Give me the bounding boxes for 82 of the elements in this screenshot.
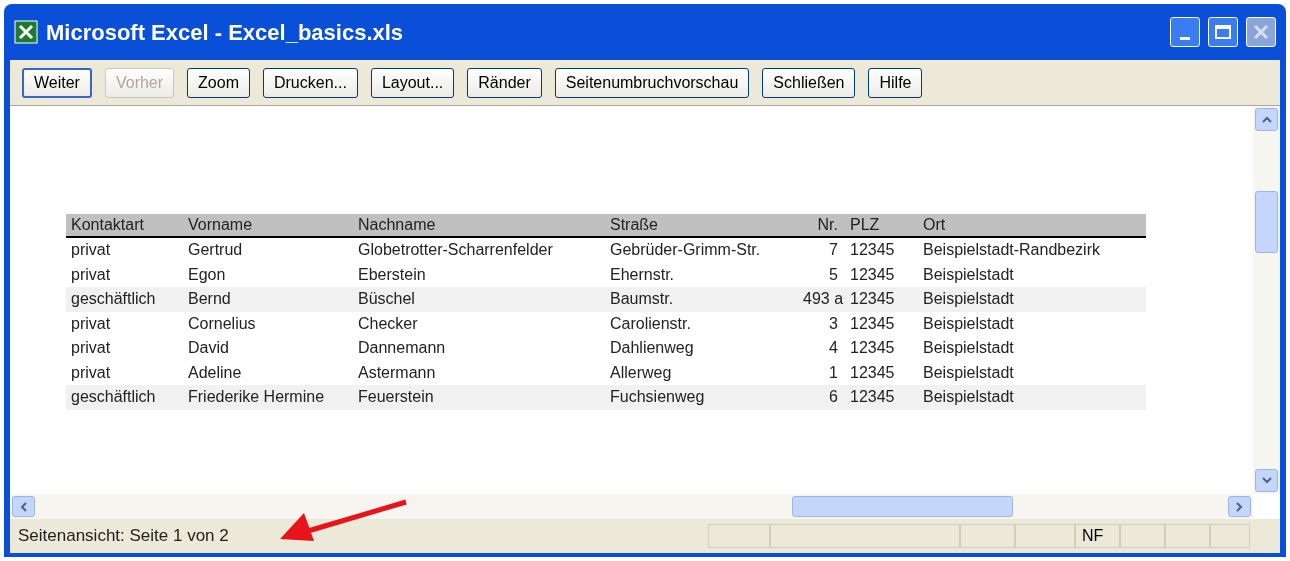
table-cell: 5 — [829, 265, 838, 283]
table-cell: Beispielstadt — [923, 290, 1014, 308]
table-cell: Dahlienweg — [610, 339, 694, 357]
column-header: PLZ — [850, 216, 880, 233]
spreadsheet-icon — [14, 20, 38, 44]
table-cell: Beispielstadt — [923, 388, 1014, 406]
table-cell: privat — [71, 241, 111, 259]
table-cell: Allerweg — [610, 363, 672, 381]
toolbar-button[interactable]: Hilfe — [868, 67, 923, 98]
table-cell: 12345 — [850, 363, 895, 381]
table-cell: privat — [71, 314, 111, 332]
toolbar-button[interactable]: Seitenumbruchvorschau — [554, 67, 750, 98]
table-cell: Checker — [358, 314, 418, 332]
status-pane — [1165, 524, 1210, 548]
scroll-right-button[interactable] — [1228, 496, 1251, 517]
column-header: Straße — [610, 216, 658, 233]
status-indicator: NF — [1075, 524, 1120, 548]
table-cell: Astermann — [358, 363, 436, 381]
status-pane — [1015, 524, 1075, 548]
table-cell: Gebrüder-Grimm-Str. — [610, 241, 761, 259]
column-header: Ort — [923, 216, 946, 233]
status-pane — [1120, 524, 1165, 548]
scroll-left-button[interactable] — [12, 496, 35, 517]
table-cell: 12345 — [850, 388, 895, 406]
window-title: Microsoft Excel - Excel_basics.xls — [46, 18, 405, 47]
table-cell: Gertrud — [188, 241, 243, 259]
table-cell: 493 a — [803, 290, 844, 308]
scroll-thumb[interactable] — [792, 496, 1013, 517]
table-cell: Egon — [188, 265, 226, 283]
table-cell: Büschel — [358, 290, 415, 308]
table-cell: Beispielstadt-Randbezirk — [923, 241, 1100, 259]
scroll-thumb[interactable] — [1255, 191, 1278, 253]
table-cell: Cornelius — [188, 314, 256, 332]
minimize-button[interactable] — [1170, 17, 1200, 47]
scroll-down-button[interactable] — [1255, 469, 1278, 492]
table-cell: 12345 — [850, 241, 895, 259]
table-cell: 12345 — [850, 314, 895, 332]
table-cell: Ehernstr. — [610, 265, 675, 283]
table-cell: 12345 — [850, 339, 895, 357]
table-cell: Beispielstadt — [923, 265, 1014, 283]
table-cell: geschäftlich — [71, 290, 156, 308]
table-cell: 6 — [829, 388, 838, 406]
column-header: Nachname — [358, 216, 436, 233]
table-cell: Friederike Hermine — [188, 388, 325, 406]
table-cell: 4 — [829, 339, 838, 357]
table-cell: privat — [71, 363, 111, 381]
table-cell: Dannemann — [358, 339, 446, 357]
table-cell: 1 — [829, 363, 838, 381]
table-cell: 12345 — [850, 290, 895, 308]
column-header: Kontaktart — [71, 216, 144, 233]
toolbar-button[interactable]: Drucken... — [263, 67, 358, 98]
table-cell: Eberstein — [358, 265, 426, 283]
table-cell: geschäftlich — [71, 388, 156, 406]
table-cell: Beispielstadt — [923, 339, 1014, 357]
table-cell: Bernd — [188, 290, 231, 308]
table-cell: privat — [71, 265, 111, 283]
column-header: Nr. — [817, 216, 838, 233]
toolbar-button[interactable]: Zoom — [187, 67, 250, 98]
table-cell: privat — [71, 339, 111, 357]
maximize-button[interactable] — [1208, 17, 1238, 47]
table-cell: Beispielstadt — [923, 363, 1014, 381]
table-cell: Globetrotter-Scharrenfelder — [358, 241, 553, 259]
status-text: Seitenansicht: Seite 1 von 2 — [17, 525, 230, 548]
table-cell: Feuerstein — [358, 388, 434, 406]
table-cell: Adeline — [188, 363, 242, 381]
toolbar-button[interactable]: Weiter — [22, 67, 92, 98]
close-button[interactable] — [1246, 17, 1276, 47]
table-cell: 12345 — [850, 265, 895, 283]
table-cell: Fuchsienweg — [610, 388, 705, 406]
toolbar-button[interactable]: Layout... — [370, 67, 455, 98]
status-pane — [1210, 524, 1250, 548]
table-cell: 7 — [829, 241, 838, 259]
table-cell: Carolienstr. — [610, 314, 691, 332]
table-cell: David — [188, 339, 229, 357]
scroll-up-button[interactable] — [1255, 108, 1278, 131]
table-cell: Beispielstadt — [923, 314, 1014, 332]
table-cell: 3 — [829, 314, 838, 332]
column-header: Vorname — [188, 216, 253, 233]
table-cell: Baumstr. — [610, 290, 674, 308]
toolbar-button[interactable]: Ränder — [467, 67, 542, 98]
close-icon — [1253, 24, 1269, 40]
toolbar-button[interactable]: Schließen — [762, 67, 856, 98]
